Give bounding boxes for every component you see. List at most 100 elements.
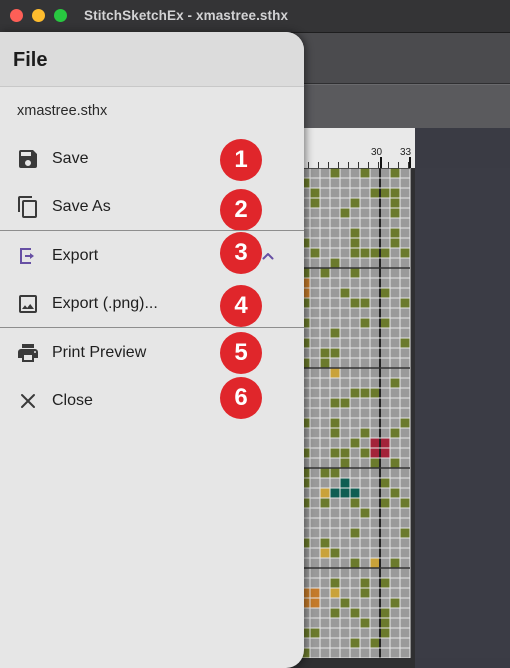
stitch-cell: [390, 228, 400, 238]
window-minimize-control[interactable]: [32, 9, 45, 22]
stitch-cell: [320, 348, 330, 358]
stitch-cell: [380, 628, 390, 638]
app-secondary-toolbar: [290, 84, 510, 129]
chevron-up-icon[interactable]: [260, 248, 276, 264]
stitch-cell: [390, 598, 400, 608]
stitch-cell: [370, 638, 380, 648]
step-badge-6: 6: [220, 377, 262, 419]
ruler-major-tick: [380, 157, 382, 168]
stitch-cell: [350, 558, 360, 568]
stitch-cell: [380, 478, 390, 488]
stitch-cell: [310, 248, 320, 258]
step-badge-1: 1: [220, 139, 262, 181]
window-close-control[interactable]: [10, 9, 23, 22]
menu-item-label: Print Preview: [52, 344, 147, 361]
stitch-cell: [360, 388, 370, 398]
stitch-cell: [320, 268, 330, 278]
stitch-cell: [400, 248, 410, 258]
current-filename: xmastree.sthx: [17, 103, 108, 119]
stitch-cell: [360, 318, 370, 328]
stitch-cell: [350, 298, 360, 308]
stitch-cell: [360, 448, 370, 458]
menu-item-label: Save As: [52, 198, 111, 215]
stitch-cell: [390, 378, 400, 388]
stitch-cell: [360, 298, 370, 308]
stitch-cell: [340, 208, 350, 218]
stitch-cell: [330, 578, 340, 588]
stitch-cell: [380, 288, 390, 298]
stitch-cell: [350, 268, 360, 278]
stitch-cell: [380, 608, 390, 618]
stitch-cell: [310, 198, 320, 208]
stitch-cell: [400, 498, 410, 508]
stitch-cell: [380, 498, 390, 508]
stitch-cell: [360, 588, 370, 598]
stitch-cell: [330, 468, 340, 478]
drawer-header: File: [0, 32, 304, 87]
stitch-cell: [390, 198, 400, 208]
stitch-cell: [380, 618, 390, 628]
stitch-cell: [350, 228, 360, 238]
stitch-cell: [380, 318, 390, 328]
stitch-cell: [330, 548, 340, 558]
stitch-cell: [370, 388, 380, 398]
stitch-cell: [330, 488, 340, 498]
stitch-cell: [380, 188, 390, 198]
stitch-cell: [400, 338, 410, 348]
stitch-cell: [340, 598, 350, 608]
menu-item-label: Export: [52, 247, 99, 264]
canvas-margin: [415, 128, 510, 668]
stitch-cell: [330, 348, 340, 358]
step-badge-2: 2: [220, 189, 262, 231]
stitch-cell: [320, 548, 330, 558]
menu-divider: [0, 230, 304, 231]
stitch-cell: [340, 288, 350, 298]
stitch-cell: [350, 608, 360, 618]
stitch-cell: [350, 498, 360, 508]
stitch-cell: [390, 188, 400, 198]
stitch-cell: [370, 438, 380, 448]
stitch-cell: [350, 388, 360, 398]
step-badge-5: 5: [220, 332, 262, 374]
stitch-cell: [380, 578, 390, 588]
export-icon: [20, 248, 34, 264]
stitch-cell: [390, 458, 400, 468]
stitch-cell: [340, 398, 350, 408]
stitch-cell: [360, 168, 370, 178]
window-zoom-control[interactable]: [54, 9, 67, 22]
stitch-cell: [350, 528, 360, 538]
stitch-cell: [390, 428, 400, 438]
stitch-cell: [350, 248, 360, 258]
close-icon: [21, 394, 35, 408]
save-icon: [19, 150, 37, 168]
stitch-cell: [360, 248, 370, 258]
stitch-cell: [360, 508, 370, 518]
step-badge-4: 4: [220, 285, 262, 327]
stitch-cell: [370, 248, 380, 258]
stitch-cell: [340, 448, 350, 458]
stitch-cell: [400, 528, 410, 538]
ruler-major-tick: [409, 157, 411, 168]
title-bar: StitchSketchEx - xmastree.sthx: [0, 0, 510, 33]
app-toolbar: [290, 33, 510, 83]
stitch-cell: [350, 238, 360, 248]
stitch-cell: [340, 478, 350, 488]
window-title: StitchSketchEx - xmastree.sthx: [84, 8, 289, 23]
stitch-cell: [330, 258, 340, 268]
stitch-grid[interactable]: [300, 168, 415, 658]
stitch-cell: [360, 428, 370, 438]
canvas-margin-strip: [415, 168, 510, 658]
menu-item-label: Close: [52, 392, 93, 409]
stitch-cell: [390, 208, 400, 218]
stitch-cell: [330, 608, 340, 618]
stitch-cell: [320, 538, 330, 548]
stitch-cell: [370, 458, 380, 468]
stitch-cell: [340, 458, 350, 468]
menu-divider: [0, 327, 304, 328]
app-window: StitchSketchEx - xmastree.sthx 30 33 Fil…: [0, 0, 510, 668]
stitch-cell: [370, 448, 380, 458]
stitch-cell: [360, 618, 370, 628]
menu-item-label: Save: [52, 150, 89, 167]
stitch-cell: [310, 188, 320, 198]
stitch-cell: [350, 638, 360, 648]
